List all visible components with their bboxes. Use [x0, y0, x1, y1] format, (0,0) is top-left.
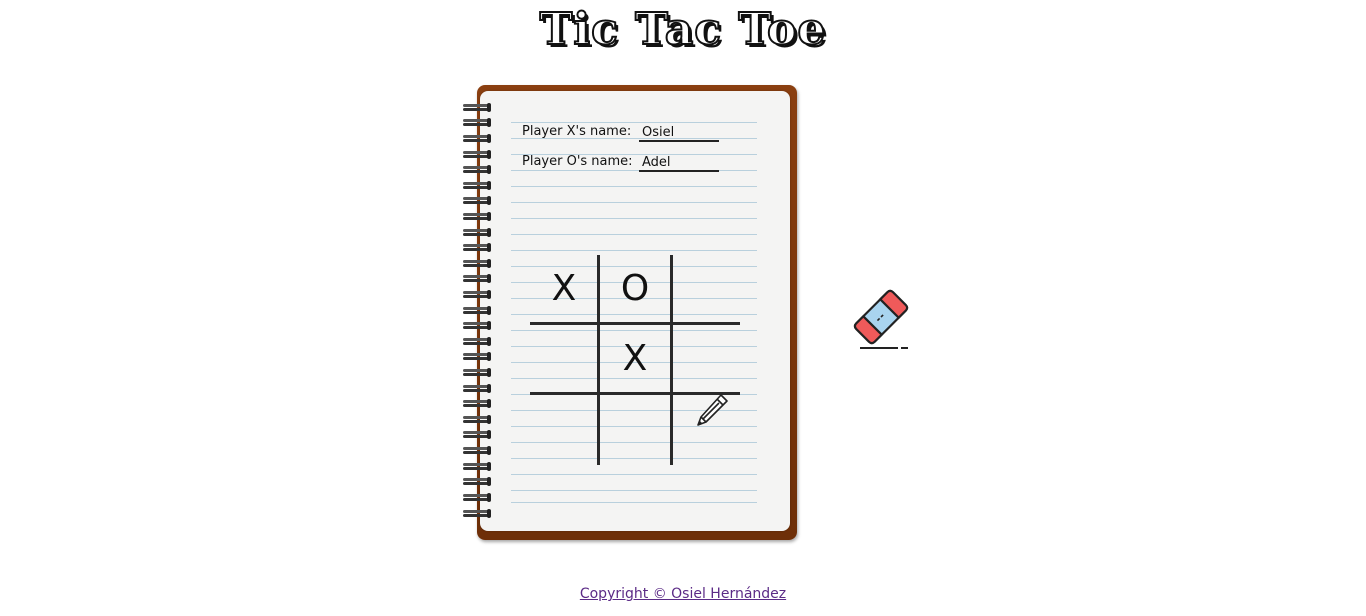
- spiral-ring: [463, 150, 491, 159]
- spiral-ring: [463, 165, 491, 174]
- spiral-ring: [463, 181, 491, 190]
- ruled-line: [511, 170, 757, 171]
- spiral-ring: [463, 196, 491, 205]
- ruled-line: [511, 234, 757, 235]
- player-o-label: Player O's name:: [522, 154, 633, 169]
- copyright-link[interactable]: Copyright © Osiel Hernández: [580, 586, 786, 602]
- board-cell-8[interactable]: [601, 396, 669, 462]
- ruled-line: [511, 218, 757, 219]
- spiral-ring: [463, 103, 491, 112]
- spiral-ring: [463, 493, 491, 502]
- spiral-ring: [463, 399, 491, 408]
- player-o-row: Player O's name:: [522, 154, 638, 169]
- ruled-line: [511, 250, 757, 251]
- spiral-ring: [463, 446, 491, 455]
- spiral-ring: [463, 368, 491, 377]
- ruled-line: [511, 502, 757, 503]
- spiral-ring: [463, 243, 491, 252]
- spiral-ring: [463, 462, 491, 471]
- player-x-label: Player X's name:: [522, 124, 632, 139]
- spiral-ring: [463, 259, 491, 268]
- spiral-ring: [463, 477, 491, 486]
- board-grid-line: [670, 255, 673, 465]
- eraser-icon[interactable]: [848, 286, 912, 352]
- page-title: Tic Tac Toe: [539, 3, 827, 56]
- pencil-icon[interactable]: [694, 392, 730, 428]
- board-cell-2[interactable]: O: [601, 255, 669, 321]
- board-cell-1[interactable]: X: [530, 255, 598, 321]
- spiral-ring: [463, 228, 491, 237]
- board-cell-3[interactable]: [674, 255, 742, 321]
- ruled-line: [511, 474, 757, 475]
- footer: Copyright © Osiel Hernández: [0, 586, 1366, 602]
- spiral-ring: [463, 352, 491, 361]
- player-x-row: Player X's name:: [522, 124, 638, 139]
- spiral-ring: [463, 415, 491, 424]
- game-stage: Tic Tac Toe Player X's name: Osiel Playe…: [0, 0, 1366, 616]
- ruled-line: [511, 490, 757, 491]
- spiral-ring: [463, 118, 491, 127]
- ruled-line: [511, 122, 757, 123]
- board-cell-4[interactable]: [530, 325, 598, 391]
- board-cell-5[interactable]: X: [601, 325, 669, 391]
- spiral-ring: [463, 306, 491, 315]
- spiral-ring: [463, 509, 491, 518]
- spiral-ring: [463, 212, 491, 221]
- ruled-line: [511, 202, 757, 203]
- spiral-ring: [463, 274, 491, 283]
- spiral-ring: [463, 134, 491, 143]
- board-cell-6[interactable]: [674, 325, 742, 391]
- spiral-ring: [463, 384, 491, 393]
- spiral-ring: [463, 290, 491, 299]
- player-o-name-input[interactable]: [639, 154, 719, 172]
- player-x-name-input[interactable]: [639, 124, 719, 142]
- ruled-line: [511, 186, 757, 187]
- spiral-ring: [463, 321, 491, 330]
- spiral-ring: [463, 430, 491, 439]
- spiral-ring: [463, 337, 491, 346]
- board-cell-7[interactable]: [530, 396, 598, 462]
